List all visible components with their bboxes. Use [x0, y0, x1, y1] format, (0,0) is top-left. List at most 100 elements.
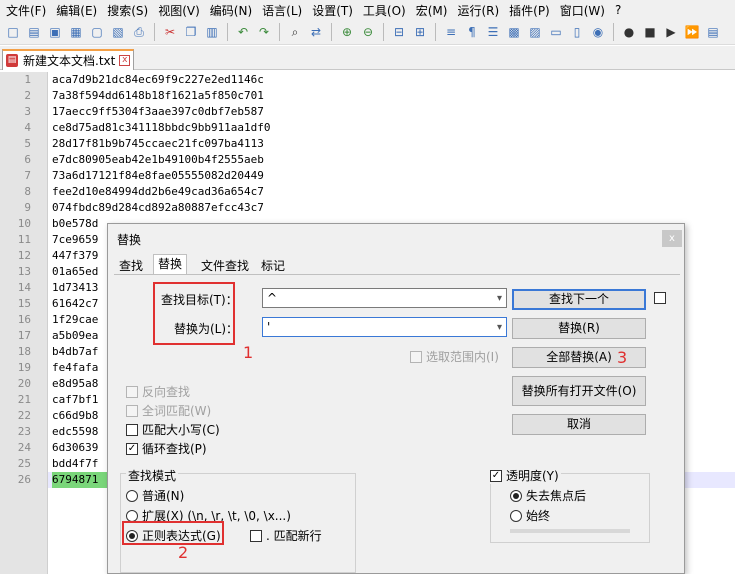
paste-icon[interactable]: ▥: [203, 23, 221, 41]
replace-combo[interactable]: ' ▾: [262, 317, 507, 337]
menu-item[interactable]: 编码(N): [208, 2, 260, 19]
record-macro-icon[interactable]: ●: [620, 23, 638, 41]
text-line[interactable]: 17aecc9ff5304f3aae397c0dbf7eb587: [52, 104, 735, 120]
zoom-in-icon[interactable]: ⊕: [338, 23, 356, 41]
find-input[interactable]: ^: [267, 291, 277, 305]
print-icon[interactable]: ⎙: [130, 23, 148, 41]
indent-guide-icon[interactable]: ☰: [484, 23, 502, 41]
text-line[interactable]: 28d17f81b9b745ccaec21fc097ba4113: [52, 136, 735, 152]
text-line[interactable]: 73a6d17121f84e8fae05555082d20449: [52, 168, 735, 184]
dialog-close-button[interactable]: x: [662, 230, 682, 247]
play-macro-icon[interactable]: ▶: [662, 23, 680, 41]
redo-icon[interactable]: ↷: [255, 23, 273, 41]
text-line[interactable]: aca7d9b21dc84ec69f9c227e2ed1146c: [52, 72, 735, 88]
chevron-down-icon[interactable]: ▾: [497, 290, 502, 308]
menu-item[interactable]: 窗口(W): [558, 2, 613, 19]
menu-item[interactable]: 视图(V): [156, 2, 208, 19]
menu-item[interactable]: 设置(T): [310, 2, 361, 19]
normal-mode-radio[interactable]: 普通(N): [126, 487, 184, 504]
folder-workspace-icon[interactable]: ▭: [547, 23, 565, 41]
tab-replace[interactable]: 替换: [153, 254, 188, 275]
menu-item[interactable]: 编辑(E): [54, 2, 105, 19]
cancel-button[interactable]: 取消: [512, 414, 646, 435]
text-line[interactable]: 7a38f594dd6148b18f1621a5f850c701: [52, 88, 735, 104]
close-file-icon[interactable]: ▢: [88, 23, 106, 41]
line-number: 20: [17, 377, 31, 390]
find-combo[interactable]: ^ ▾: [262, 288, 507, 308]
menu-item[interactable]: ?: [613, 3, 629, 17]
checkbox-box[interactable]: [126, 404, 138, 417]
radio-dot[interactable]: [510, 509, 522, 522]
replace-dialog: 替换 x 查找 替换 文件查找 标记 查找目标(T)： ^ ▾ 替换为(L)： …: [107, 223, 685, 574]
save-icon[interactable]: ▣: [46, 23, 64, 41]
replace-button[interactable]: 替换(R): [512, 318, 646, 339]
replace-input[interactable]: ': [267, 320, 270, 334]
radio-dot[interactable]: [126, 509, 138, 522]
checkbox-box[interactable]: [126, 423, 138, 436]
copy-icon[interactable]: ❐: [182, 23, 200, 41]
radio-dot-selected[interactable]: [510, 489, 522, 502]
function-list-icon[interactable]: ▨: [526, 23, 544, 41]
menu-item[interactable]: 插件(P): [507, 2, 558, 19]
tab-find-in-files[interactable]: 文件查找: [196, 256, 254, 275]
checkbox-box[interactable]: [250, 529, 262, 542]
save-all-icon[interactable]: ▦: [67, 23, 85, 41]
wrap-around-label: 循环查找(P): [142, 442, 207, 456]
match-case-checkbox[interactable]: 匹配大小写(C): [126, 421, 220, 438]
play-multiple-icon[interactable]: ⏩: [683, 23, 701, 41]
always-radio[interactable]: 始终: [510, 507, 550, 524]
stop-macro-icon[interactable]: ■: [641, 23, 659, 41]
open-file-icon[interactable]: ▤: [25, 23, 43, 41]
transparency-slider[interactable]: [510, 529, 630, 533]
checkmark-icon[interactable]: ✓: [126, 442, 138, 455]
menu-item[interactable]: 工具(O): [361, 2, 414, 19]
text-line[interactable]: ce8d75ad81c341118bbdc9bb911aa1df0: [52, 120, 735, 136]
tab-mark[interactable]: 标记: [256, 256, 290, 275]
new-file-icon[interactable]: □: [4, 23, 22, 41]
doc-switcher-icon[interactable]: ▯: [568, 23, 586, 41]
on-lose-focus-radio[interactable]: 失去焦点后: [510, 487, 586, 504]
checkbox-box[interactable]: [654, 292, 666, 304]
backward-checkbox[interactable]: 反向查找: [126, 383, 190, 400]
text-line[interactable]: e7dc80905eab42e1b49100b4f2555aeb: [52, 152, 735, 168]
zoom-out-icon[interactable]: ⊖: [359, 23, 377, 41]
close-tab-icon[interactable]: x: [119, 55, 131, 66]
menu-item[interactable]: 宏(M): [414, 2, 456, 19]
find-next-option-checkbox[interactable]: [654, 292, 670, 304]
menu-item[interactable]: 文件(F): [4, 2, 54, 19]
chevron-down-icon[interactable]: ▾: [497, 319, 502, 337]
whole-word-checkbox[interactable]: 全词匹配(W): [126, 402, 211, 419]
transparency-checkbox[interactable]: ✓ 透明度(Y): [490, 467, 561, 484]
checkbox-box[interactable]: [126, 385, 138, 398]
cut-icon[interactable]: ✂: [161, 23, 179, 41]
doc-map-icon[interactable]: ▩: [505, 23, 523, 41]
monitoring-icon[interactable]: ◉: [589, 23, 607, 41]
close-all-icon[interactable]: ▧: [109, 23, 127, 41]
on-lose-focus-label: 失去焦点后: [526, 489, 587, 503]
menu-item[interactable]: 运行(R): [455, 2, 507, 19]
text-line[interactable]: fee2d10e84994dd2b6e49cad36a654c7: [52, 184, 735, 200]
text-line[interactable]: 074fbdc89d284cd892a80887efcc43c7: [52, 200, 735, 216]
line-number: 16: [17, 313, 31, 326]
menu-item[interactable]: 搜索(S): [105, 2, 156, 19]
text-line[interactable]: 6794871: [52, 472, 110, 488]
sync-vertical-icon[interactable]: ⊟: [390, 23, 408, 41]
wrap-around-checkbox[interactable]: ✓ 循环查找(P): [126, 440, 207, 457]
find-next-button[interactable]: 查找下一个: [512, 289, 646, 310]
undo-icon[interactable]: ↶: [234, 23, 252, 41]
radio-dot[interactable]: [126, 489, 138, 502]
tab-find[interactable]: 查找: [114, 256, 148, 275]
sync-horizontal-icon[interactable]: ⊞: [411, 23, 429, 41]
replace-all-open-button[interactable]: 替换所有打开文件(O): [512, 376, 646, 406]
dot-newline-checkbox[interactable]: . 匹配新行: [250, 527, 322, 544]
in-selection-checkbox[interactable]: 选取范围内(I): [410, 348, 499, 365]
tab-document[interactable]: ▤ 新建文本文档.txt x: [2, 49, 134, 70]
show-all-chars-icon[interactable]: ¶: [463, 23, 481, 41]
menu-item[interactable]: 语言(L): [260, 2, 310, 19]
checkmark-icon[interactable]: ✓: [490, 469, 502, 482]
word-wrap-icon[interactable]: ≡: [442, 23, 460, 41]
save-macro-icon[interactable]: ▤: [704, 23, 722, 41]
find-icon[interactable]: ⌕: [286, 23, 304, 41]
checkbox-box[interactable]: [410, 350, 422, 363]
replace-icon[interactable]: ⇄: [307, 23, 325, 41]
